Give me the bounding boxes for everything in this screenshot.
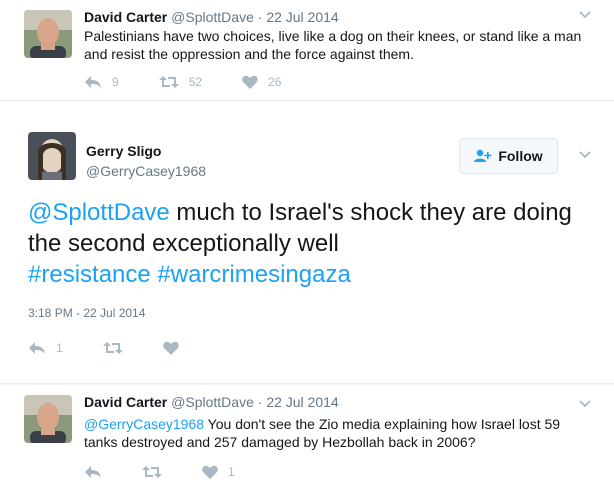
like-icon [242, 75, 258, 89]
tweet-datetime[interactable]: 3:18 PM - 22 Jul 2014 [28, 306, 145, 320]
like-count: 1 [228, 465, 235, 479]
follow-button[interactable]: Follow [459, 138, 558, 174]
reply-button[interactable] [84, 465, 102, 479]
reply-icon [85, 76, 101, 88]
tweet-header: David Carter @SplottDave · 22 Jul 2014 [84, 9, 339, 25]
retweet-button[interactable] [102, 341, 123, 355]
mention-link[interactable]: @GerryCasey1968 [84, 416, 204, 432]
chevron-down-icon[interactable] [578, 8, 592, 22]
reply-button[interactable]: 9 [84, 75, 119, 89]
avatar[interactable] [24, 10, 72, 58]
timestamp[interactable]: 22 Jul 2014 [266, 394, 338, 410]
retweet-button[interactable] [142, 465, 162, 479]
like-icon [162, 341, 179, 355]
tweet-text: @GerryCasey1968 You don't see the Zio me… [84, 415, 584, 451]
like-count: 26 [268, 75, 282, 89]
author-handle[interactable]: @SplottDave [171, 9, 254, 25]
like-icon [202, 465, 218, 479]
tweet-header: David Carter @SplottDave · 22 Jul 2014 [84, 394, 339, 410]
author-name[interactable]: David Carter [84, 394, 167, 410]
tweet-card[interactable]: David Carter @SplottDave · 22 Jul 2014 P… [0, 0, 614, 101]
author-handle[interactable]: @GerryCasey1968 [86, 163, 206, 179]
reply-count: 9 [112, 75, 119, 89]
author-handle[interactable]: @SplottDave [171, 394, 254, 410]
hashtag-link[interactable]: #warcrimesingaza [157, 261, 350, 288]
avatar[interactable] [28, 132, 76, 180]
reply-icon [29, 342, 45, 354]
tweet-actions: 1 [84, 463, 275, 481]
focused-tweet: Gerry Sligo @GerryCasey1968 Follow @Splo… [0, 101, 614, 384]
reply-icon [85, 466, 101, 478]
timestamp[interactable]: 22 Jul 2014 [266, 9, 338, 25]
mention-link[interactable]: @SplottDave [28, 199, 170, 226]
chevron-down-icon[interactable] [578, 148, 592, 162]
retweet-count: 52 [188, 75, 203, 89]
tweet-text: Palestinians have two choices, live like… [84, 28, 582, 62]
like-button[interactable]: 26 [242, 75, 281, 89]
chevron-down-icon[interactable] [578, 397, 592, 411]
retweet-icon [102, 342, 123, 354]
retweet-icon [158, 76, 179, 88]
retweet-button[interactable]: 52 [158, 75, 203, 89]
reply-count: 1 [56, 341, 63, 355]
like-button[interactable] [162, 341, 179, 355]
separator: · [257, 9, 263, 25]
retweet-icon [142, 466, 162, 478]
tweet-actions: 9 52 26 [84, 73, 321, 91]
follow-label: Follow [498, 148, 543, 164]
author-name[interactable]: David Carter [84, 9, 167, 25]
follow-person-icon [474, 149, 492, 162]
author-name[interactable]: Gerry Sligo [86, 143, 161, 159]
tweet-actions: 1 [28, 339, 219, 357]
avatar[interactable] [24, 395, 72, 443]
reply-button[interactable]: 1 [28, 341, 63, 355]
like-button[interactable]: 1 [202, 465, 235, 479]
separator: · [257, 394, 263, 410]
tweet-text: @SplottDave much to Israel's shock they … [28, 197, 588, 290]
tweet-card[interactable]: David Carter @SplottDave · 22 Jul 2014 @… [0, 385, 614, 498]
hashtag-link[interactable]: #resistance [28, 261, 151, 288]
